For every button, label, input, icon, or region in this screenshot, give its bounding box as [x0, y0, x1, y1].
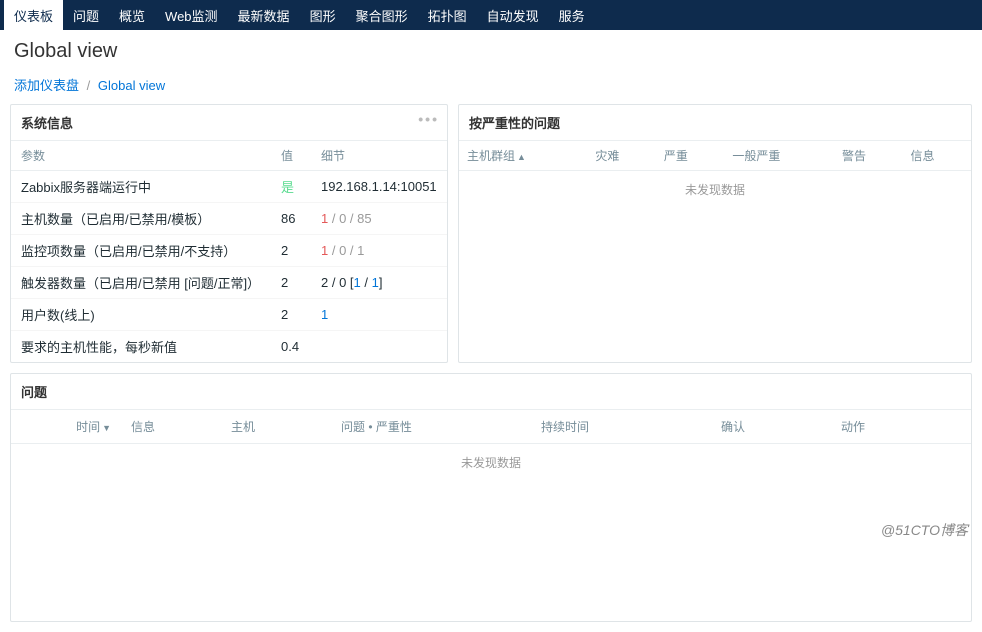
- problems-header[interactable]: 时间▼: [11, 410, 121, 444]
- sysinfo-title: 系统信息: [21, 116, 73, 131]
- breadcrumb-add-dashboard[interactable]: 添加仪表盘: [14, 78, 79, 93]
- watermark: @51CTO博客: [881, 520, 968, 540]
- sysinfo-param: 主机数量（已启用/已禁用/模板）: [11, 203, 271, 235]
- breadcrumb-current[interactable]: Global view: [98, 78, 165, 93]
- widget-menu-icon[interactable]: •••: [418, 111, 439, 127]
- page-title: Global view: [0, 30, 982, 71]
- problems-header: 主机: [221, 410, 331, 444]
- severity-header: 一般严重: [724, 141, 834, 171]
- severity-header: 严重: [656, 141, 725, 171]
- nav-item-4[interactable]: 最新数据: [228, 0, 300, 31]
- nav-item-6[interactable]: 聚合图形: [346, 0, 418, 31]
- sysinfo-value: 2: [271, 267, 311, 299]
- sysinfo-value: 0.4: [271, 331, 311, 363]
- sysinfo-param: 触发器数量（已启用/已禁用 [问题/正常]）: [11, 267, 271, 299]
- sysinfo-widget: 系统信息 ••• 参数 值 细节 Zabbix服务器端运行中是192.168.1…: [10, 104, 448, 363]
- problems-table: 时间▼信息主机问题 • 严重性持续时间确认动作 未发现数据: [11, 410, 971, 481]
- severity-header: 警告: [834, 141, 903, 171]
- problems-widget-header: 问题: [11, 374, 971, 410]
- sysinfo-value: 86: [271, 203, 311, 235]
- sysinfo-row: 要求的主机性能，每秒新值0.4: [11, 331, 447, 363]
- nav-item-8[interactable]: 自动发现: [477, 0, 549, 31]
- sysinfo-value: 是: [271, 171, 311, 203]
- problems-title: 问题: [21, 385, 47, 400]
- nav-item-9[interactable]: 服务: [549, 0, 595, 31]
- sysinfo-detail: 192.168.1.14:10051: [311, 171, 447, 203]
- sysinfo-detail: 1: [311, 299, 447, 331]
- sysinfo-detail: 1 / 0 / 85: [311, 203, 447, 235]
- sysinfo-header-value: 值: [271, 141, 311, 171]
- sysinfo-param: 用户数(线上): [11, 299, 271, 331]
- severity-header: 信息: [902, 141, 971, 171]
- problems-widget: 问题 时间▼信息主机问题 • 严重性持续时间确认动作 未发现数据: [10, 373, 972, 622]
- sysinfo-value: 2: [271, 235, 311, 267]
- sort-arrow-icon: ▼: [102, 423, 111, 433]
- nav-item-5[interactable]: 图形: [300, 0, 346, 31]
- sysinfo-row: 监控项数量（已启用/已禁用/不支持）21 / 0 / 1: [11, 235, 447, 267]
- problems-header: 动作: [831, 410, 971, 444]
- sysinfo-value: 2: [271, 299, 311, 331]
- problems-header: 持续时间: [531, 410, 711, 444]
- severity-table: 主机群组▲灾难严重一般严重警告信息 未发现数据: [459, 141, 971, 208]
- sysinfo-param: 监控项数量（已启用/已禁用/不支持）: [11, 235, 271, 267]
- sysinfo-param: Zabbix服务器端运行中: [11, 171, 271, 203]
- sysinfo-header-detail: 细节: [311, 141, 447, 171]
- problems-no-data: 未发现数据: [11, 444, 971, 482]
- nav-item-2[interactable]: 概览: [109, 0, 155, 31]
- sysinfo-header-param: 参数: [11, 141, 271, 171]
- severity-no-data: 未发现数据: [459, 171, 971, 209]
- main-nav: 仪表板问题概览Web监测最新数据图形聚合图形拓扑图自动发现服务: [0, 0, 982, 30]
- sysinfo-param: 要求的主机性能，每秒新值: [11, 331, 271, 363]
- sysinfo-widget-header: 系统信息 •••: [11, 105, 447, 141]
- sysinfo-detail: 2 / 0 [1 / 1]: [311, 267, 447, 299]
- severity-header[interactable]: 主机群组▲: [459, 141, 587, 171]
- nav-item-3[interactable]: Web监测: [155, 0, 228, 31]
- sysinfo-detail: 1 / 0 / 1: [311, 235, 447, 267]
- severity-widget: 按严重性的问题 主机群组▲灾难严重一般严重警告信息 未发现数据: [458, 104, 972, 363]
- breadcrumb: 添加仪表盘 / Global view: [0, 71, 982, 104]
- severity-title: 按严重性的问题: [469, 116, 560, 131]
- problems-header: 确认: [711, 410, 831, 444]
- sysinfo-row: 主机数量（已启用/已禁用/模板）861 / 0 / 85: [11, 203, 447, 235]
- sort-arrow-icon: ▲: [517, 152, 526, 162]
- sysinfo-row: 用户数(线上)21: [11, 299, 447, 331]
- nav-item-7[interactable]: 拓扑图: [418, 0, 477, 31]
- sysinfo-detail: [311, 331, 447, 363]
- problems-header: 问题 • 严重性: [331, 410, 531, 444]
- nav-item-1[interactable]: 问题: [63, 0, 109, 31]
- sysinfo-table: 参数 值 细节 Zabbix服务器端运行中是192.168.1.14:10051…: [11, 141, 447, 362]
- nav-item-0[interactable]: 仪表板: [4, 0, 63, 31]
- sysinfo-row: Zabbix服务器端运行中是192.168.1.14:10051: [11, 171, 447, 203]
- severity-widget-header: 按严重性的问题: [459, 105, 971, 141]
- problems-header: 信息: [121, 410, 221, 444]
- severity-header: 灾难: [587, 141, 656, 171]
- sysinfo-row: 触发器数量（已启用/已禁用 [问题/正常]）22 / 0 [1 / 1]: [11, 267, 447, 299]
- breadcrumb-separator: /: [87, 78, 91, 93]
